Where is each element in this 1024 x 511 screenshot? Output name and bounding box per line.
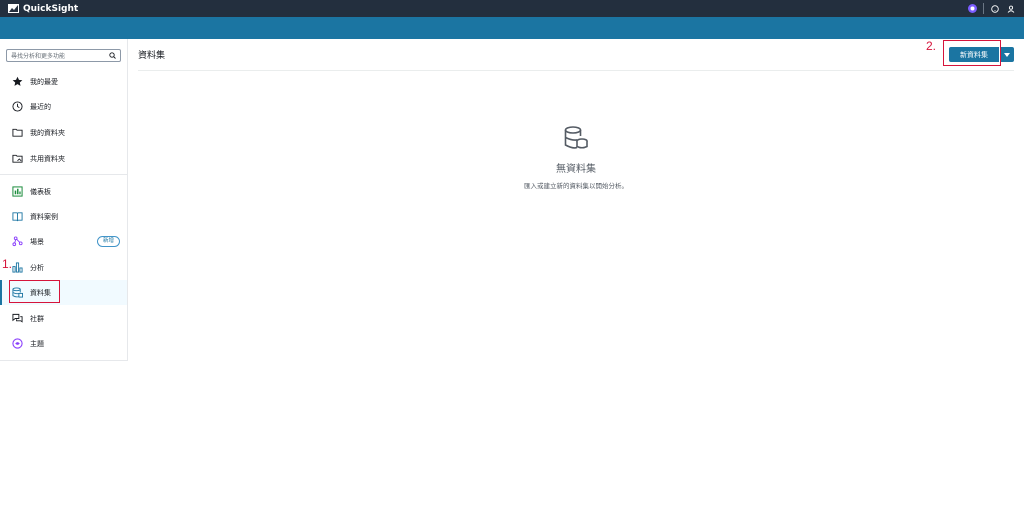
step-2-label: 2. <box>926 39 937 53</box>
folder-icon <box>12 128 23 137</box>
top-divider <box>983 3 984 14</box>
step-1-label: 1. <box>2 257 13 271</box>
sidebar-item-community[interactable]: 社群 <box>0 306 127 331</box>
book-icon <box>12 212 23 222</box>
community-icon <box>12 313 23 323</box>
caret-down-icon <box>1004 52 1010 57</box>
header-banner <box>0 17 1024 39</box>
sidebar-item-themes[interactable]: 主題 <box>0 331 127 356</box>
empty-state-subtitle: 匯入或建立新的資料集以開始分析。 <box>524 182 628 190</box>
app-logo[interactable]: QuickSight <box>8 4 78 14</box>
chatbot-icon[interactable] <box>967 4 977 14</box>
search-placeholder: 尋找分析和更多功能 <box>11 53 66 60</box>
empty-state-title: 無資料集 <box>556 164 596 175</box>
search-input[interactable]: 尋找分析和更多功能 <box>6 49 121 62</box>
user-icon[interactable] <box>1006 4 1016 14</box>
step-2-highlight <box>943 40 1001 66</box>
sidebar-item-data-stories[interactable]: 資料案例 <box>0 204 127 229</box>
sidebar-item-scenarios[interactable]: 場景 新增 <box>0 229 127 254</box>
theme-icon <box>12 338 23 349</box>
new-badge: 新增 <box>96 236 120 247</box>
help-icon[interactable] <box>990 4 1000 14</box>
sidebar-item-favorites[interactable]: 我的最愛 <box>0 69 127 94</box>
search-icon <box>109 52 116 59</box>
quicksight-logo-icon <box>8 4 19 13</box>
top-bar: QuickSight <box>0 0 1024 17</box>
new-dataset-dropdown[interactable] <box>1000 47 1014 62</box>
page-title: 資料集 <box>138 51 166 61</box>
clock-icon <box>12 101 23 112</box>
step-1-highlight <box>9 280 60 303</box>
active-indicator <box>0 280 2 305</box>
star-icon <box>12 76 23 86</box>
sidebar: 尋找分析和更多功能 我的最愛 最近的 我的資料夾 共用資料夾 儀表板 資料案例 … <box>0 39 128 361</box>
app-name: QuickSight <box>23 3 79 14</box>
sidebar-item-my-folders[interactable]: 我的資料夾 <box>0 120 127 145</box>
sidebar-item-recent[interactable]: 最近的 <box>0 94 127 119</box>
sidebar-item-analyses[interactable]: 分析 <box>0 255 127 280</box>
empty-dataset-icon <box>564 126 588 149</box>
header-divider <box>138 70 1014 71</box>
analysis-icon <box>12 262 23 273</box>
scenario-icon <box>12 236 23 247</box>
